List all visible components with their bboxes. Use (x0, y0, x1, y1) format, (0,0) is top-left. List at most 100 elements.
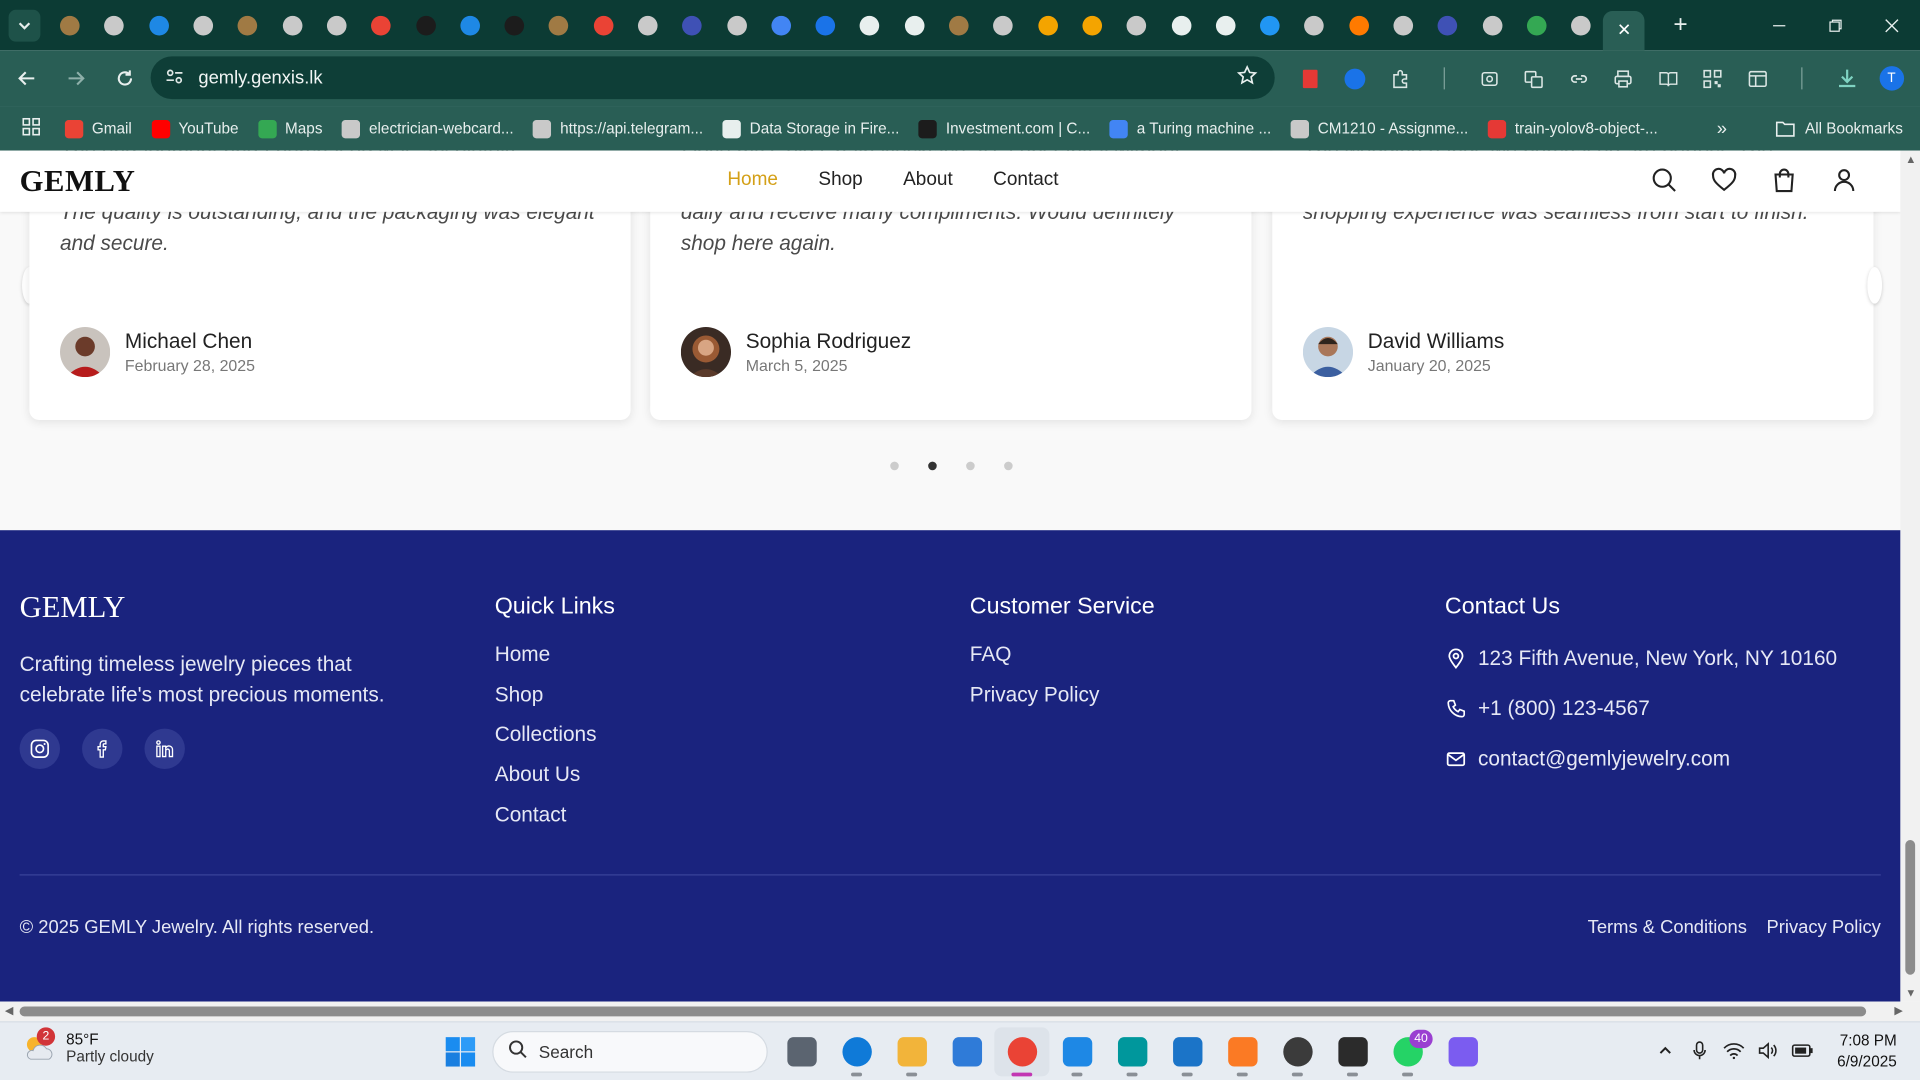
browser-tab[interactable] (581, 7, 625, 44)
bookmark-item[interactable]: YouTube (151, 119, 239, 138)
nav-link-contact[interactable]: Contact (993, 169, 1058, 191)
url-text[interactable]: gemly.genxis.lk (198, 67, 322, 88)
browser-tab[interactable] (1292, 7, 1336, 44)
chevron-up-icon[interactable] (1648, 1042, 1682, 1062)
browser-tab[interactable] (48, 7, 92, 44)
contact-email[interactable]: contact@gemlyjewelry.com (1445, 733, 1837, 783)
taskbar-app-obs[interactable] (1270, 1027, 1325, 1077)
taskbar-app-microsoft-store[interactable] (939, 1027, 994, 1076)
terms-link[interactable]: Terms & Conditions (1588, 917, 1747, 938)
browser-tab[interactable] (1159, 7, 1203, 44)
close-tab-icon[interactable]: ✕ (1617, 20, 1631, 41)
battery-icon[interactable] (1785, 1042, 1819, 1062)
site-logo[interactable]: GEMLY (20, 165, 136, 199)
browser-tab[interactable] (803, 7, 847, 44)
lens-icon[interactable] (1467, 59, 1512, 98)
bookmark-item[interactable]: Maps (258, 119, 322, 138)
browser-menu-icon[interactable] (1914, 59, 1920, 98)
bookmark-item[interactable]: CM1210 - Assignme... (1290, 119, 1468, 138)
footer-link[interactable]: Contact (495, 803, 615, 843)
browser-tab[interactable] (1470, 7, 1514, 44)
bookmark-item[interactable]: Gmail (64, 119, 132, 138)
browser-tab[interactable] (670, 7, 714, 44)
footer-link[interactable]: Privacy Policy (970, 683, 1155, 723)
minimize-icon[interactable] (1751, 0, 1807, 50)
start-button[interactable] (443, 1035, 477, 1075)
horizontal-scrollbar[interactable]: ◀ ▶ (0, 1001, 1920, 1022)
carousel-next-button[interactable] (1867, 266, 1883, 304)
browser-tab[interactable] (1337, 7, 1381, 44)
carousel-dot[interactable] (1004, 461, 1013, 471)
browser-tab[interactable] (1026, 7, 1070, 44)
footer-link[interactable]: FAQ (970, 643, 1155, 683)
bookmark-item[interactable]: train-yolov8-object-... (1487, 119, 1658, 138)
address-bar[interactable]: gemly.genxis.lk (150, 56, 1275, 100)
browser-tab[interactable] (1070, 7, 1114, 44)
facebook-icon[interactable] (82, 728, 123, 769)
taskbar-search[interactable]: Search (492, 1031, 768, 1073)
nav-link-shop[interactable]: Shop (818, 169, 862, 191)
browser-tab[interactable] (1426, 7, 1470, 44)
taskbar-app-arduino[interactable] (1104, 1027, 1159, 1077)
translate-extension-icon[interactable] (1333, 59, 1378, 98)
bookmark-star-icon[interactable] (1236, 64, 1258, 91)
browser-tab[interactable] (137, 7, 181, 44)
browser-tab[interactable] (314, 7, 358, 44)
browser-tab[interactable] (181, 7, 225, 44)
footer-logo[interactable]: GEMLY (20, 591, 126, 625)
taskbar-app-vscode[interactable] (1160, 1027, 1215, 1077)
tab-search-button[interactable] (8, 9, 41, 42)
browser-tab[interactable] (759, 7, 803, 44)
translate-icon[interactable] (1512, 59, 1557, 98)
wifi-icon[interactable] (1717, 1041, 1751, 1062)
footer-link[interactable]: Shop (495, 683, 615, 723)
browser-tab[interactable] (226, 7, 270, 44)
taskbar-app-xampp[interactable] (1215, 1027, 1270, 1077)
back-button[interactable] (5, 56, 49, 100)
taskbar-app-edge[interactable] (829, 1027, 884, 1077)
privacy-policy-link[interactable]: Privacy Policy (1767, 917, 1881, 938)
bookmarks-overflow-icon[interactable]: » (1717, 107, 1727, 151)
scroll-up-arrow[interactable]: ▲ (1905, 153, 1916, 165)
apps-grid-icon[interactable] (22, 117, 40, 140)
browser-tab[interactable] (626, 7, 670, 44)
contact-phone[interactable]: +1 (800) 123-4567 (1445, 683, 1837, 733)
browser-tab[interactable] (270, 7, 314, 44)
carousel-dot[interactable] (890, 461, 899, 471)
browser-tab[interactable] (359, 7, 403, 44)
scroll-left-arrow[interactable]: ◀ (5, 1004, 13, 1017)
bookmark-item[interactable]: electrician-webcard... (342, 119, 514, 138)
browser-tab[interactable] (1114, 7, 1158, 44)
reload-button[interactable] (103, 56, 147, 100)
browser-tab[interactable] (981, 7, 1025, 44)
site-info-icon[interactable] (165, 67, 183, 89)
vertical-scroll-thumb[interactable] (1905, 840, 1916, 975)
bookmark-extension-icon[interactable] (1288, 59, 1333, 98)
bookmark-item[interactable]: a Turing machine ... (1109, 119, 1271, 138)
browser-tab[interactable] (92, 7, 136, 44)
forward-button[interactable] (54, 56, 98, 100)
scroll-right-arrow[interactable]: ▶ (1894, 1004, 1902, 1017)
taskbar-app-app-purple[interactable] (1435, 1027, 1490, 1076)
browser-tab[interactable] (537, 7, 581, 44)
link-icon[interactable] (1556, 59, 1601, 98)
qr-code-icon[interactable] (1690, 59, 1735, 98)
taskbar-app-chrome[interactable] (994, 1027, 1050, 1077)
restore-icon[interactable] (1807, 0, 1863, 50)
nav-link-home[interactable]: Home (727, 169, 778, 191)
taskbar-app-terminal[interactable] (1325, 1027, 1380, 1077)
carousel-dot[interactable] (966, 461, 975, 471)
browser-tab[interactable] (448, 7, 492, 44)
download-icon[interactable] (1825, 59, 1870, 98)
horizontal-scroll-thumb[interactable] (19, 1006, 1867, 1017)
taskbar-app-file-explorer[interactable] (884, 1027, 939, 1077)
browser-tab[interactable] (403, 7, 447, 44)
browser-tab[interactable] (1559, 7, 1603, 44)
new-tab-button[interactable]: + (1665, 11, 1697, 39)
close-window-icon[interactable] (1864, 0, 1920, 50)
browser-tab[interactable] (937, 7, 981, 44)
extensions-puzzle-icon[interactable] (1378, 59, 1423, 98)
browser-tab[interactable] (1381, 7, 1425, 44)
linkedin-icon[interactable] (144, 728, 185, 769)
reading-mode-icon[interactable] (1646, 59, 1691, 98)
